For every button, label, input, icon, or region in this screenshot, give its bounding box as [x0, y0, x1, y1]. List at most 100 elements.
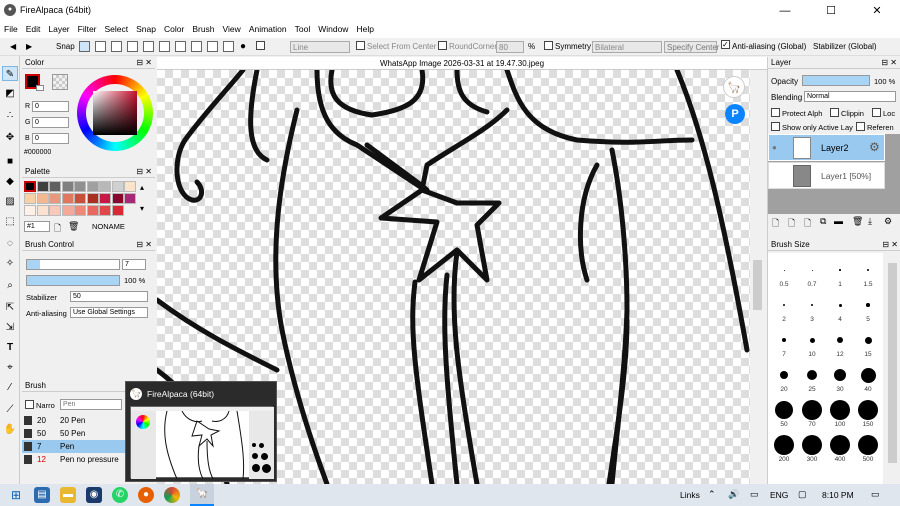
- palette-swatch[interactable]: [111, 181, 124, 192]
- palette-down-icon[interactable]: ▾: [140, 204, 144, 213]
- clipping-checkbox[interactable]: [830, 108, 839, 117]
- minimize-button[interactable]: —: [762, 0, 808, 22]
- document-tab[interactable]: WhatsApp Image 2026-03-31 at 19.47.30.jp…: [157, 57, 767, 70]
- snap-off-icon[interactable]: [79, 41, 90, 52]
- narrow-checkbox[interactable]: [25, 400, 34, 409]
- show-only-active-checkbox[interactable]: [771, 122, 780, 131]
- volume-icon[interactable]: 🔊: [728, 489, 739, 500]
- task-view-icon[interactable]: ▤: [34, 487, 50, 503]
- next-icon[interactable]: ▶: [26, 40, 32, 54]
- merge-down-icon[interactable]: ⤓: [868, 216, 872, 227]
- prev-icon[interactable]: ◀: [10, 40, 16, 54]
- brush-size-scroll-thumb[interactable]: [888, 263, 897, 463]
- layer-row-layer2[interactable]: ● Layer2 ⚙: [768, 134, 885, 161]
- brush-size-option[interactable]: 100: [828, 399, 852, 428]
- panel-pin-close-icon[interactable]: ⊟ ✕: [136, 239, 152, 251]
- brush-size-option[interactable]: 500: [856, 434, 880, 463]
- brush-size-option[interactable]: 70: [800, 399, 824, 428]
- brush-size-option[interactable]: 1.5: [856, 259, 880, 288]
- shape-toggle[interactable]: [256, 40, 267, 54]
- brush-size-option[interactable]: 200: [772, 434, 796, 463]
- brush-size-option[interactable]: 3: [800, 294, 824, 323]
- menu-layer[interactable]: Layer: [44, 22, 73, 34]
- dot-icon[interactable]: ●: [240, 40, 246, 54]
- snap-parallel-icon[interactable]: [95, 41, 106, 52]
- brush-size-option[interactable]: 25: [800, 364, 824, 393]
- brush-search-input[interactable]: [60, 399, 122, 410]
- fill-tool-icon[interactable]: ■: [2, 154, 18, 169]
- palette-swatch[interactable]: [86, 193, 99, 204]
- layer-folder-icon[interactable]: ▬: [834, 216, 843, 226]
- camera-icon[interactable]: ▭: [750, 489, 759, 500]
- snap-grid-icon[interactable]: [191, 41, 202, 52]
- round-corner-select[interactable]: 80: [496, 41, 524, 53]
- snap-vanish-icon[interactable]: [127, 41, 138, 52]
- pp-badge-icon[interactable]: P: [725, 104, 745, 124]
- eraser-tool-icon[interactable]: ◩: [2, 86, 18, 101]
- antialias-checkbox[interactable]: [721, 40, 730, 49]
- palette-swatch[interactable]: [74, 193, 86, 204]
- operation-icon[interactable]: ⇲: [2, 320, 18, 335]
- shape-checkbox[interactable]: [256, 41, 265, 50]
- palette-swatch[interactable]: [36, 193, 49, 204]
- menu-color[interactable]: Color: [160, 22, 188, 34]
- tray-chevron-icon[interactable]: ⌃: [708, 489, 716, 500]
- snap-curve-icon[interactable]: [175, 41, 186, 52]
- brush-size-option[interactable]: 4: [828, 294, 852, 323]
- language-indicator[interactable]: ENG: [770, 490, 788, 500]
- frame-icon[interactable]: ⌖: [2, 360, 18, 375]
- brush-size-input[interactable]: 7: [122, 259, 146, 270]
- menu-filter[interactable]: Filter: [74, 22, 101, 34]
- menu-help[interactable]: Help: [352, 22, 377, 34]
- menu-file[interactable]: File: [0, 22, 22, 34]
- menu-animation[interactable]: Animation: [245, 22, 291, 34]
- notification-icon[interactable]: ▭: [871, 489, 880, 500]
- blending-select[interactable]: Normal: [804, 91, 896, 102]
- palette-swatch[interactable]: [99, 205, 111, 216]
- snap-cross-icon[interactable]: [111, 41, 122, 52]
- new-layer-icon[interactable]: 🗋: [772, 216, 779, 232]
- close-button[interactable]: ✕: [854, 0, 900, 22]
- narrow-toggle[interactable]: Narro: [25, 400, 55, 410]
- brush-size-option[interactable]: 0.5: [772, 259, 796, 288]
- move-tool-icon[interactable]: ✥: [2, 130, 18, 145]
- duplicate-layer-icon[interactable]: ⧉: [820, 216, 826, 227]
- reference-checkbox[interactable]: [856, 122, 865, 131]
- firealpaca-taskbar-icon[interactable]: 🦙: [190, 484, 214, 506]
- layer-row-layer1[interactable]: Layer1 [50%]: [768, 162, 885, 189]
- brush-size-option[interactable]: 40: [856, 364, 880, 393]
- snap-circle-icon[interactable]: [159, 41, 170, 52]
- menu-edit[interactable]: Edit: [22, 22, 45, 34]
- steam-icon[interactable]: ◉: [86, 487, 102, 503]
- maximize-button[interactable]: ☐: [808, 0, 854, 22]
- palette-swatch[interactable]: [49, 193, 61, 204]
- brush-size-option[interactable]: 150: [856, 399, 880, 428]
- select-from-center-checkbox[interactable]: [356, 41, 365, 50]
- antialias-toggle[interactable]: Anti-aliasing (Global): [721, 40, 806, 54]
- brush-size-option[interactable]: 300: [800, 434, 824, 463]
- specify-center-button[interactable]: Specify Center: [664, 41, 719, 53]
- brush-size-option[interactable]: 30: [828, 364, 852, 393]
- protect-alpha-toggle[interactable]: Protect Alph: [771, 108, 822, 118]
- symmetry-checkbox[interactable]: [544, 41, 553, 50]
- delete-layer-icon[interactable]: 🗑: [852, 216, 863, 227]
- windows-start-icon[interactable]: ⊞: [8, 487, 24, 503]
- transform-icon[interactable]: ⇱: [2, 300, 18, 315]
- palette-swatch[interactable]: [86, 205, 99, 216]
- palette-swatch[interactable]: [99, 193, 111, 204]
- saturation-square[interactable]: [93, 91, 137, 135]
- menu-select[interactable]: Select: [101, 22, 133, 34]
- brush-size-option[interactable]: 20: [772, 364, 796, 393]
- brush-size-option[interactable]: 1: [828, 259, 852, 288]
- select-from-center-toggle[interactable]: Select From Center: [356, 40, 436, 54]
- select-lasso-icon[interactable]: ◌: [2, 236, 18, 251]
- round-corner-toggle[interactable]: RoundCorner: [438, 40, 497, 54]
- palette-number-select[interactable]: #1: [24, 221, 50, 232]
- magic-wand-icon[interactable]: ✧: [2, 256, 18, 271]
- display-icon[interactable]: ▢: [798, 489, 807, 500]
- brush-list-item[interactable]: 20 20 Pen: [22, 414, 125, 427]
- show-only-active-toggle[interactable]: Show only Active Lay: [771, 122, 853, 132]
- snap-radial-icon[interactable]: [143, 41, 154, 52]
- eyedropper-icon[interactable]: ⟋: [2, 402, 18, 417]
- snap-settings-icon[interactable]: [223, 41, 234, 52]
